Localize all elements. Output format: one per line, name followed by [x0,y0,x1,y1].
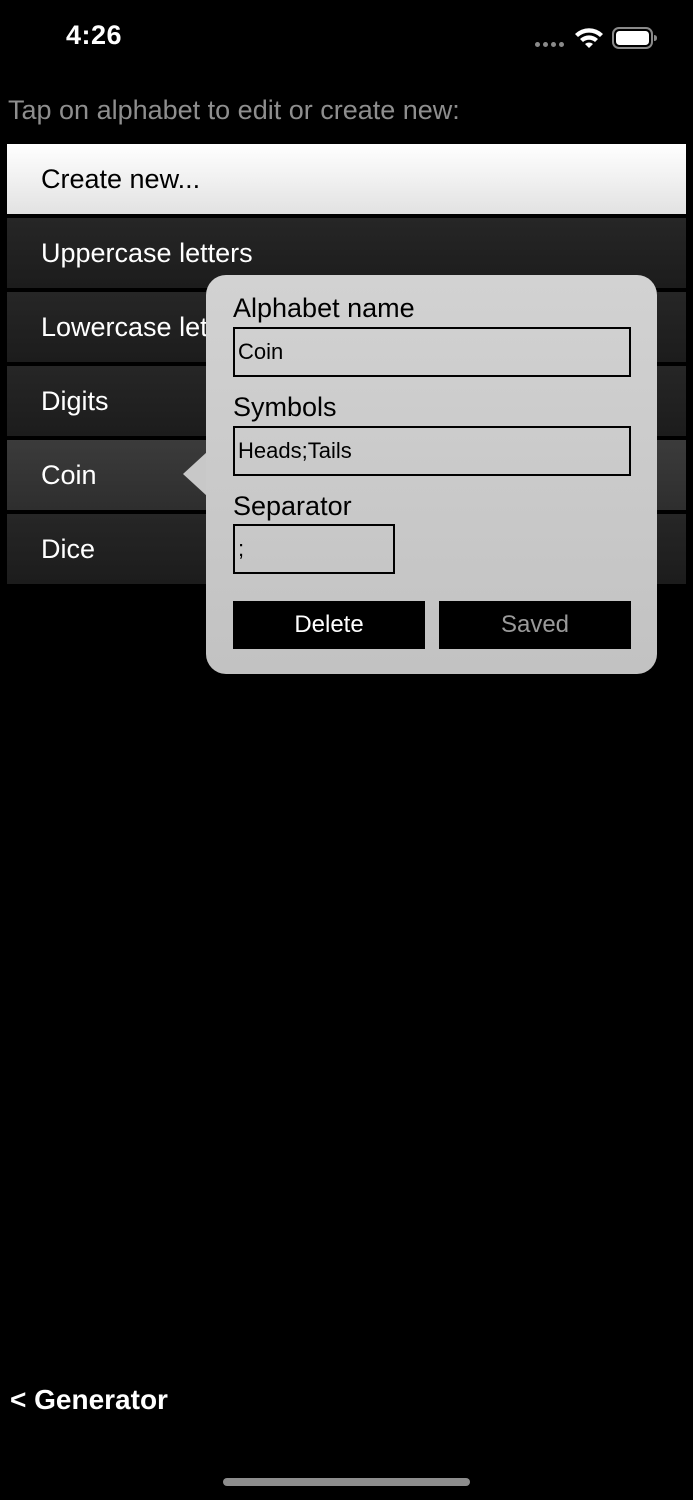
symbols-input[interactable] [233,426,631,476]
list-item-label: Create new... [41,164,201,194]
separator-label: Separator [233,491,352,521]
status-bar: 4:26 [0,0,693,80]
alphabet-name-label: Alphabet name [233,293,415,323]
create-new-row[interactable]: Create new... [7,144,686,214]
save-button[interactable]: Saved [439,601,631,649]
instructions-text: Tap on alphabet to edit or create new: [8,95,460,125]
separator-input[interactable] [233,524,395,574]
list-item-label: Coin [41,460,97,490]
delete-button[interactable]: Delete [233,601,425,649]
list-item-label: Digits [41,386,109,416]
alphabet-name-input[interactable] [233,327,631,377]
back-to-generator-button[interactable]: < Generator [10,1384,168,1416]
status-time: 4:26 [66,20,123,50]
list-item-label: Dice [41,534,96,564]
battery-icon [612,27,657,49]
home-indicator[interactable] [223,1478,470,1486]
popover-arrow [183,452,207,496]
symbols-label: Symbols [233,392,337,422]
cellular-signal-icon [535,42,564,47]
alphabet-editor-popover: Alphabet name Symbols Separator Delete S… [206,275,657,674]
wifi-icon [575,28,603,48]
